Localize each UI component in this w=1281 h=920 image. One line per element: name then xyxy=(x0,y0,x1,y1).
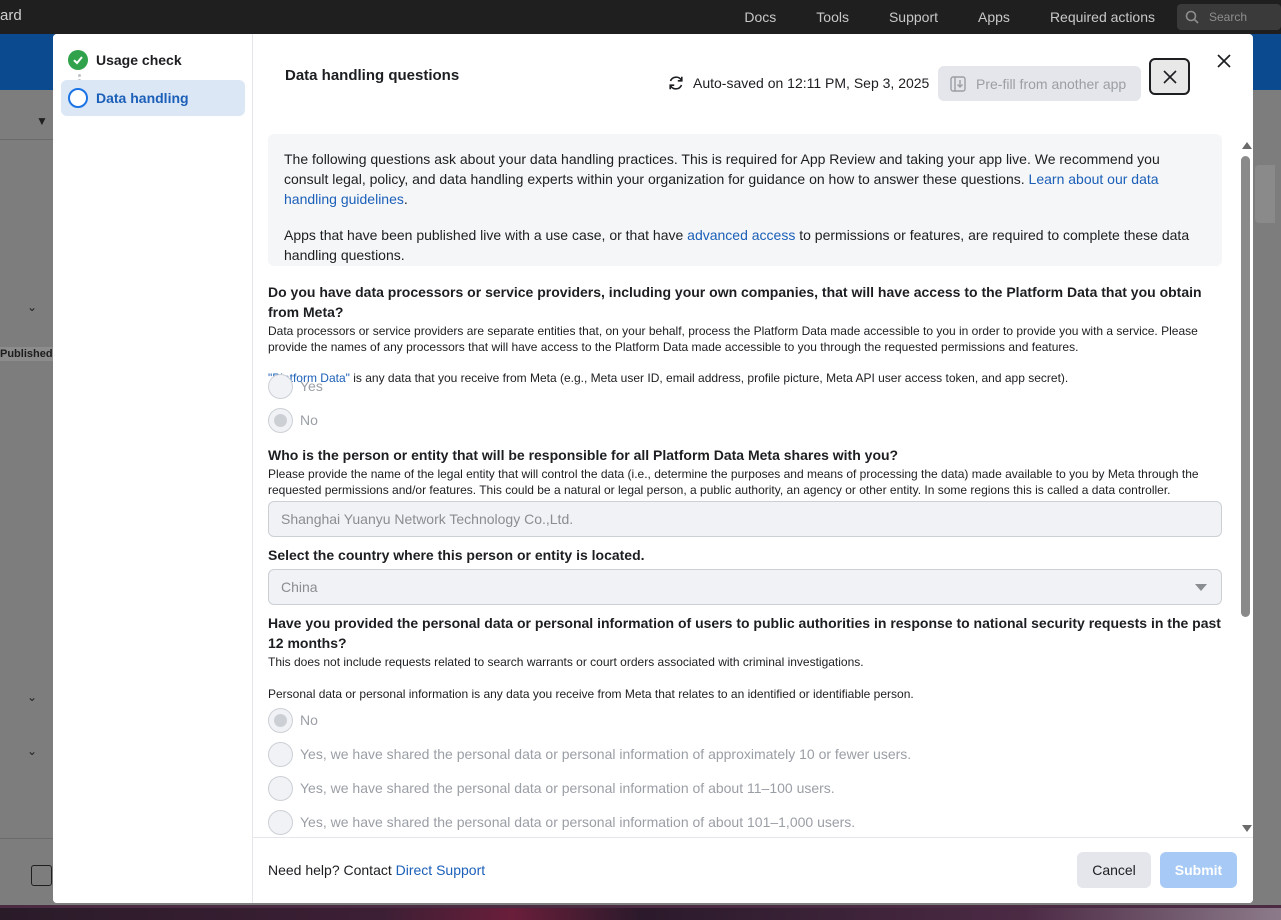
question-note: "Platform Data" is any data that you rec… xyxy=(268,370,1223,386)
chevron-down-icon: ▼ xyxy=(36,114,48,128)
question-national-security: Have you provided the personal data or p… xyxy=(268,613,1223,702)
radio-option-11-100[interactable]: Yes, we have shared the personal data or… xyxy=(268,775,835,801)
country-value: China xyxy=(281,579,318,595)
nav-required-actions[interactable]: Required actions xyxy=(1050,9,1155,25)
close-button-focused[interactable] xyxy=(1149,58,1190,95)
search-input[interactable]: Search xyxy=(1177,4,1281,30)
modal-footer: Need help? Contact Direct Support Cancel… xyxy=(253,837,1253,903)
radio-option-no[interactable]: No xyxy=(268,707,318,733)
scroll-up-icon[interactable] xyxy=(1242,142,1252,149)
chevron-down-icon xyxy=(1195,584,1207,591)
close-icon xyxy=(1162,69,1177,84)
step-label: Usage check xyxy=(96,52,182,68)
taskbar-image xyxy=(0,908,1281,920)
check-circle-icon xyxy=(68,50,88,70)
info-text: . xyxy=(403,191,408,207)
radio-label: Yes, we have shared the personal data or… xyxy=(300,814,856,830)
question-description: Data processors or service providers are… xyxy=(268,324,1198,354)
radio-option-101-1000[interactable]: Yes, we have shared the personal data or… xyxy=(268,809,855,835)
scrollbar[interactable] xyxy=(1239,142,1253,832)
question-description: Please provide the name of the legal ent… xyxy=(268,467,1199,497)
step-data-handling[interactable]: Data handling xyxy=(61,80,245,116)
question-data-processors: Do you have data processors or service p… xyxy=(268,282,1223,386)
step-label: Data handling xyxy=(96,90,189,106)
top-nav: Docs Tools Support Apps Required actions… xyxy=(744,0,1281,34)
scrollbar-thumb[interactable] xyxy=(1241,156,1250,617)
question-country: Select the country where this person or … xyxy=(268,545,1223,565)
ring-icon xyxy=(68,88,88,108)
search-icon xyxy=(1185,10,1199,24)
radio-dot xyxy=(274,413,287,427)
prefill-button[interactable]: Pre-fill from another app xyxy=(938,66,1141,101)
autosave-text: Auto-saved on 12:11 PM, Sep 3, 2025 xyxy=(693,75,930,91)
country-select[interactable]: China xyxy=(268,569,1222,605)
autosave-status: Auto-saved on 12:11 PM, Sep 3, 2025 xyxy=(667,74,929,92)
divider xyxy=(0,139,53,140)
collapse-sidebar-icon[interactable] xyxy=(31,865,52,886)
nav-support[interactable]: Support xyxy=(889,9,938,25)
radio-dot xyxy=(274,713,287,727)
radio-button[interactable] xyxy=(268,775,293,801)
help-text: Need help? Contact Direct Support xyxy=(268,862,485,878)
radio-label: Yes, we have shared the personal data or… xyxy=(300,746,912,762)
radio-label: Yes, we have shared the personal data or… xyxy=(300,780,835,796)
cancel-button[interactable]: Cancel xyxy=(1077,852,1151,888)
info-paragraph: The following questions ask about your d… xyxy=(284,149,1206,209)
info-box: The following questions ask about your d… xyxy=(268,134,1222,266)
prefill-label: Pre-fill from another app xyxy=(976,75,1127,92)
radio-button-selected[interactable] xyxy=(268,407,293,433)
scroll-down-icon[interactable] xyxy=(1242,825,1252,832)
radio-option-yes[interactable]: Yes xyxy=(268,373,323,399)
step-usage-check[interactable]: Usage check xyxy=(61,42,245,78)
nav-apps[interactable]: Apps xyxy=(978,9,1010,25)
radio-button[interactable] xyxy=(268,741,293,767)
info-text: Apps that have been published live with … xyxy=(284,227,688,243)
page-title: Data handling questions xyxy=(285,67,460,84)
radio-label: Yes xyxy=(300,378,323,394)
chevron-down-icon: ⌄ xyxy=(27,744,38,758)
advanced-access-link[interactable]: advanced access xyxy=(687,227,795,243)
search-placeholder: Search xyxy=(1209,10,1248,24)
status-badge: Published xyxy=(0,347,57,361)
top-navigation-bar: ard Docs Tools Support Apps Required act… xyxy=(0,0,1281,34)
radio-label: No xyxy=(300,712,318,728)
info-paragraph: Apps that have been published live with … xyxy=(284,225,1206,265)
radio-button[interactable] xyxy=(268,809,293,835)
brand-title: ard xyxy=(0,7,22,24)
chevron-down-icon: ⌄ xyxy=(27,300,38,314)
direct-support-link[interactable]: Direct Support xyxy=(396,862,485,878)
radio-option-no[interactable]: No xyxy=(268,407,318,433)
close-icon xyxy=(1217,54,1231,68)
question-responsible-entity: Who is the person or entity that will be… xyxy=(268,445,1223,498)
background-sidebar: ▼ ⌄ Published ⌄ ⌄ xyxy=(0,90,57,905)
question-title: Who is the person or entity that will be… xyxy=(268,447,899,463)
steps-sidebar: Usage check Data handling xyxy=(53,34,253,903)
submit-button[interactable]: Submit xyxy=(1160,852,1237,888)
question-title: Have you provided the personal data or p… xyxy=(268,615,1221,651)
questions-scroll-area[interactable]: The following questions ask about your d… xyxy=(268,134,1223,838)
modal-close-button[interactable] xyxy=(1213,50,1235,72)
help-label: Need help? Contact xyxy=(268,862,396,878)
bottom-strip xyxy=(0,905,1281,920)
radio-button-selected[interactable] xyxy=(268,707,293,733)
entity-name-field[interactable]: Shanghai Yuanyu Network Technology Co.,L… xyxy=(268,501,1222,537)
radio-option-10-or-fewer[interactable]: Yes, we have shared the personal data or… xyxy=(268,741,911,767)
divider xyxy=(0,838,53,839)
sync-icon xyxy=(669,76,683,90)
question-description: This does not include requests related t… xyxy=(268,655,864,669)
data-handling-modal: Usage check Data handling Data handling … xyxy=(53,34,1253,903)
question-note: Personal data or personal information is… xyxy=(268,687,914,701)
radio-label: No xyxy=(300,412,318,428)
background-right-edge xyxy=(1253,90,1281,905)
import-icon xyxy=(950,75,966,92)
question-title: Do you have data processors or service p… xyxy=(268,284,1202,320)
nav-docs[interactable]: Docs xyxy=(744,9,776,25)
chevron-down-icon: ⌄ xyxy=(27,690,38,704)
question-title: Select the country where this person or … xyxy=(268,547,645,563)
note-text: is any data that you receive from Meta (… xyxy=(349,371,1069,385)
side-tab xyxy=(1255,165,1275,223)
radio-button[interactable] xyxy=(268,373,293,399)
nav-tools[interactable]: Tools xyxy=(816,9,849,25)
